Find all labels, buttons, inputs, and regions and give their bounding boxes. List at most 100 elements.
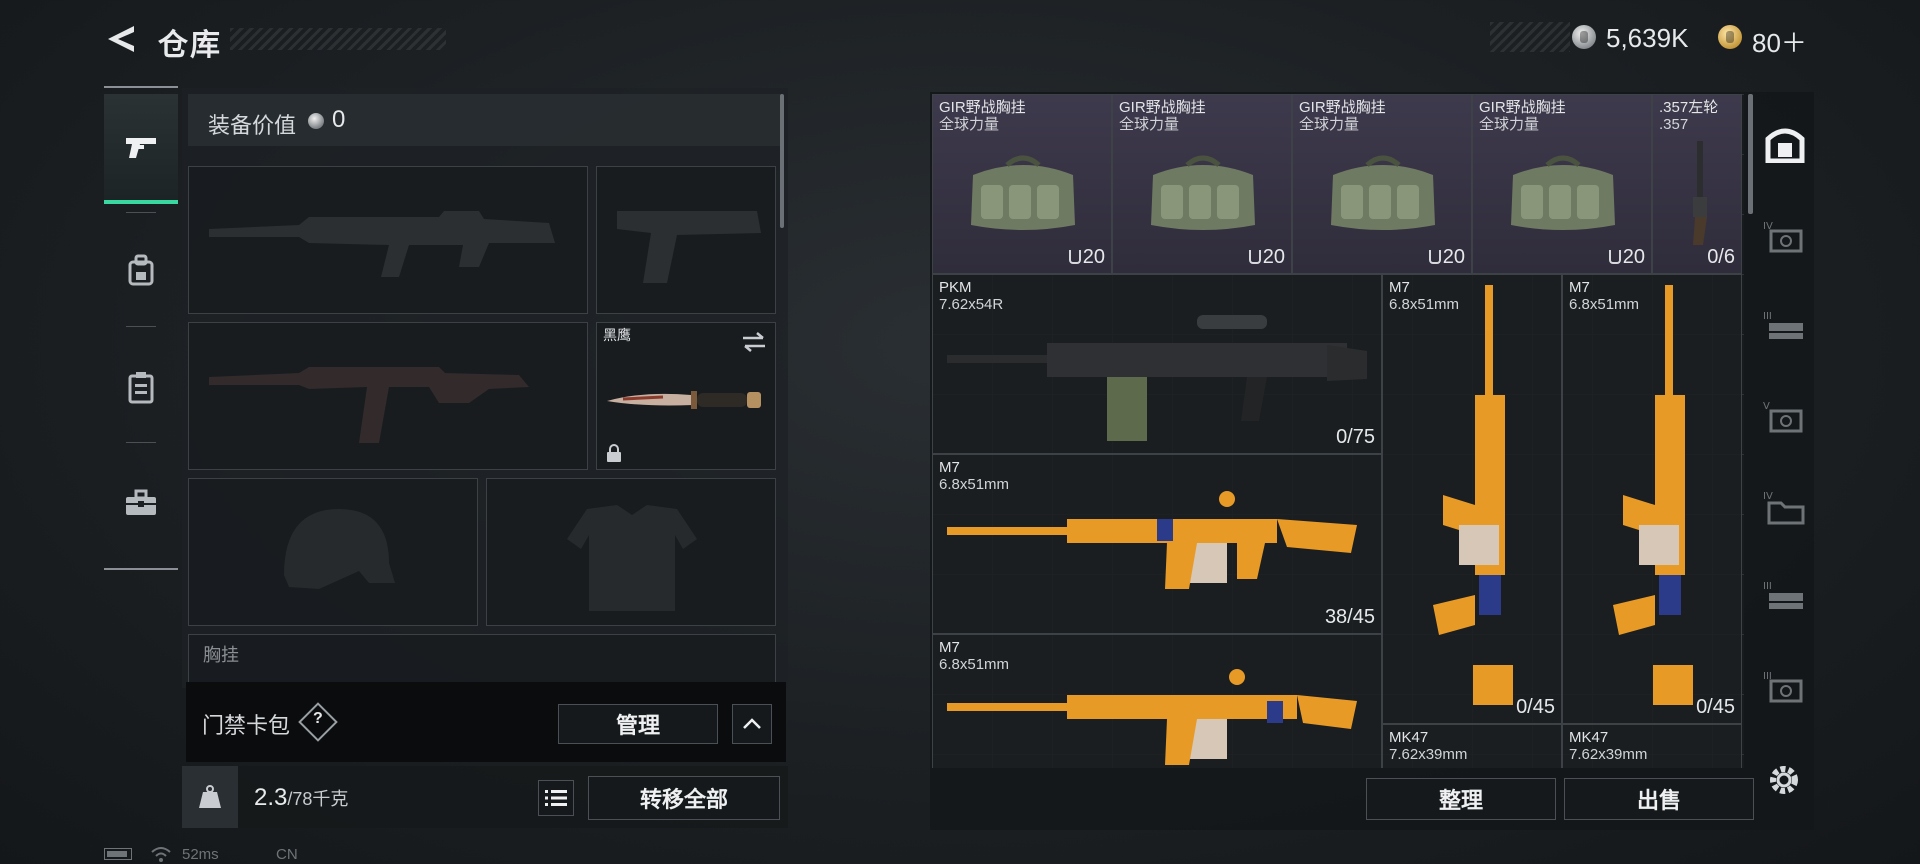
nav-tools[interactable]	[104, 448, 178, 558]
item-name: GIR野战胸挂	[1119, 99, 1206, 116]
svg-text:III: III	[1763, 581, 1772, 592]
melee-slot[interactable]: 黑鹰	[596, 322, 776, 470]
item-count-value: 38/45	[1324, 606, 1375, 628]
tab-storage-3b[interactable]: III	[1756, 562, 1814, 632]
nav-weapons[interactable]	[104, 94, 178, 204]
storage-box-icon: III	[1763, 671, 1803, 703]
storage-item[interactable]: PKM 7.62x54R 0/75	[932, 274, 1382, 454]
storage-box-icon: IV	[1763, 221, 1803, 253]
clipboard-icon	[128, 372, 154, 404]
nav-gear[interactable]	[104, 216, 178, 326]
swap-icon[interactable]	[741, 331, 767, 353]
list-view-button[interactable]	[538, 780, 574, 816]
pistol-icon	[126, 138, 156, 158]
storage-grid: GIR野战胸挂 全球力量 20 GIR野战胸挂 全球力量 20 GIR野战胸挂 …	[932, 94, 1744, 768]
nav-vest[interactable]	[104, 332, 178, 442]
armor-level-icon	[1428, 250, 1441, 264]
storage-scrollbar[interactable]	[1748, 94, 1753, 214]
tab-storage-3c[interactable]: III	[1756, 652, 1814, 722]
armor-level-icon	[1248, 250, 1261, 264]
equipment-header: 装备价值 0	[188, 94, 782, 146]
armor-silhouette-icon	[567, 505, 697, 611]
item-name: MK47	[1569, 729, 1609, 746]
armor-level-icon	[1608, 250, 1621, 264]
melee-name: 黑鹰	[603, 327, 631, 343]
sidearm-slot[interactable]	[596, 166, 776, 314]
primary-weapon-slot[interactable]	[188, 166, 588, 314]
item-count-value: 20	[1082, 246, 1105, 268]
equipment-scrollbar[interactable]	[780, 94, 784, 228]
storage-item[interactable]: M7 6.8x51mm 38/45	[932, 454, 1382, 634]
rifle-icon	[947, 669, 1357, 765]
item-count-value: 0/75	[1336, 426, 1375, 448]
rifle-icon	[947, 491, 1357, 589]
gold-coin-icon	[1718, 25, 1742, 49]
tab-storage-3[interactable]: III	[1756, 292, 1814, 362]
storage-box-icon: V	[1763, 401, 1803, 433]
item-count-value: 0/6	[1707, 246, 1735, 268]
storage-item[interactable]: GIR野战胸挂 全球力量 20	[1472, 94, 1652, 274]
category-nav	[104, 86, 178, 570]
storage-item[interactable]: M7 6.8x51mm 0/45	[1562, 274, 1742, 724]
page-title: 仓库	[158, 29, 222, 62]
helmet-slot[interactable]	[188, 478, 478, 626]
knife-icon	[607, 391, 761, 409]
title-decoration	[230, 28, 446, 50]
storage-item[interactable]: MK47 7.62x39mm	[1382, 724, 1562, 768]
currency-display: 5,639K 80＋	[1490, 22, 1828, 58]
transfer-all-button[interactable]: 转移全部	[588, 776, 780, 820]
sort-button[interactable]: 整理	[1366, 778, 1556, 820]
item-count-value: 20	[1262, 246, 1285, 268]
chevron-up-icon	[743, 718, 761, 729]
item-subtitle: 全球力量	[1299, 116, 1360, 133]
storage-item[interactable]: GIR野战胸挂 全球力量 20	[1292, 94, 1472, 274]
chest-rig-slot[interactable]: 胸挂	[188, 634, 776, 684]
item-subtitle: 全球力量	[1119, 116, 1180, 133]
storage-item[interactable]: GIR野战胸挂 全球力量 20	[932, 94, 1112, 274]
rifle-icon	[1613, 285, 1693, 705]
tab-storage-folder[interactable]: IV	[1756, 472, 1814, 542]
storage-rack-icon: III	[1763, 311, 1803, 339]
item-name: M7	[939, 639, 960, 656]
storage-item[interactable]: M7 6.8x51mm	[932, 634, 1382, 768]
tab-storage-5[interactable]: V	[1756, 382, 1814, 452]
rifle-icon	[1433, 285, 1513, 705]
storage-item[interactable]: M7 6.8x51mm 0/45	[1382, 274, 1562, 724]
manage-button[interactable]: 管理	[558, 704, 718, 744]
item-name: GIR野战胸挂	[1479, 99, 1566, 116]
weight-readout: 2.3/78千克	[254, 784, 348, 812]
item-subtitle: 7.62x39mm	[1569, 746, 1648, 763]
access-card-label: 门禁卡包	[202, 713, 291, 738]
storage-tab-rail: IV III V IV III III	[1756, 92, 1814, 742]
storage-item[interactable]: GIR野战胸挂 全球力量 20	[1112, 94, 1292, 274]
silver-coin-icon	[1572, 25, 1596, 49]
body-armor-slot[interactable]	[486, 478, 776, 626]
help-icon[interactable]: ?	[298, 702, 338, 742]
weight-capacity: /78千克	[287, 789, 349, 809]
gold-currency-value[interactable]: 80＋	[1752, 23, 1807, 60]
item-name: M7	[939, 459, 960, 476]
collapse-button[interactable]	[732, 704, 772, 744]
back-button[interactable]	[104, 22, 138, 56]
chest-rig-icon	[1151, 155, 1255, 230]
item-name: MK47	[1389, 729, 1429, 746]
settings-button[interactable]	[1764, 760, 1804, 800]
chest-rig-icon	[1331, 155, 1435, 230]
chest-rig-label: 胸挂	[203, 645, 239, 665]
secondary-weapon-slot[interactable]	[188, 322, 588, 470]
item-name: PKM	[939, 279, 972, 296]
rifle-silhouette-icon	[209, 367, 529, 443]
silver-currency-value: 5,639K	[1606, 23, 1689, 53]
svg-text:III: III	[1763, 311, 1772, 322]
sell-button[interactable]: 出售	[1564, 778, 1754, 820]
svg-text:V: V	[1763, 401, 1770, 412]
item-count: 20	[1248, 246, 1285, 269]
item-count-value: 0/45	[1696, 696, 1735, 718]
tab-storage-all[interactable]	[1756, 108, 1814, 178]
equipment-value-label: 装备价值	[208, 113, 297, 138]
item-name: .357左轮	[1659, 99, 1719, 116]
storage-item[interactable]: MK47 7.62x39mm	[1562, 724, 1742, 768]
storage-item[interactable]: .357左轮 .357 0/6	[1652, 94, 1742, 274]
tab-storage-4[interactable]: IV	[1756, 202, 1814, 272]
chest-rig-icon	[971, 155, 1075, 230]
